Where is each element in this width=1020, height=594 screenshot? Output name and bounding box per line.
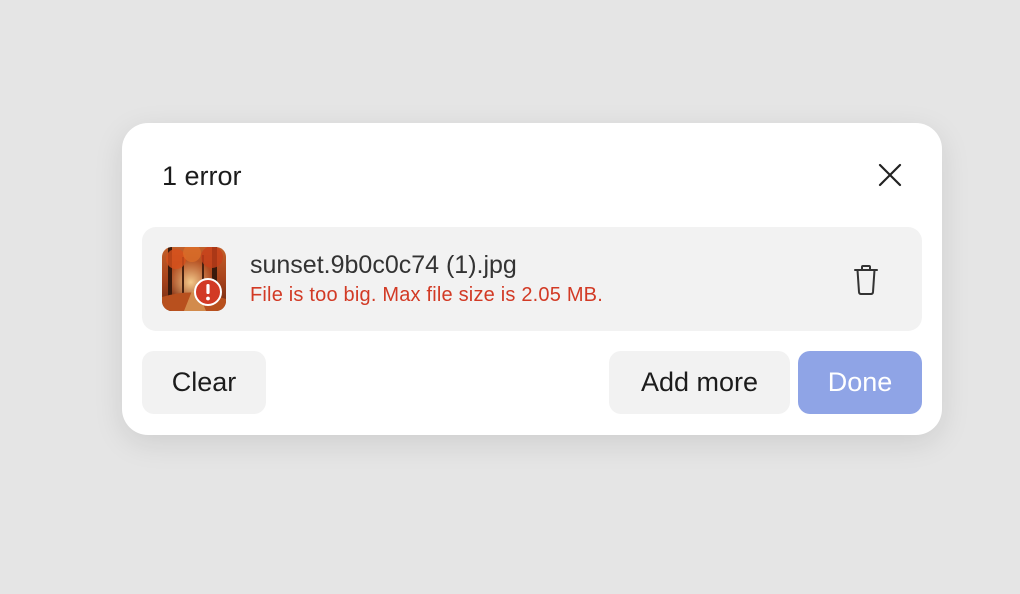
upload-error-dialog: 1 error sunset.9b0c0c74 (1).jpg File is … xyxy=(122,123,942,435)
clear-button[interactable]: Clear xyxy=(142,351,266,414)
dialog-title: 1 error xyxy=(162,161,242,191)
done-button[interactable]: Done xyxy=(798,351,922,414)
error-icon xyxy=(193,277,223,307)
file-list-item: sunset.9b0c0c74 (1).jpg File is too big.… xyxy=(142,227,922,331)
close-icon xyxy=(878,163,902,187)
delete-file-button[interactable] xyxy=(850,263,882,297)
trash-icon xyxy=(854,265,878,295)
file-error-message: File is too big. Max file size is 2.05 M… xyxy=(250,284,603,306)
add-more-button[interactable]: Add more xyxy=(609,351,790,414)
close-button[interactable] xyxy=(872,157,908,193)
file-name: sunset.9b0c0c74 (1).jpg xyxy=(250,251,517,279)
